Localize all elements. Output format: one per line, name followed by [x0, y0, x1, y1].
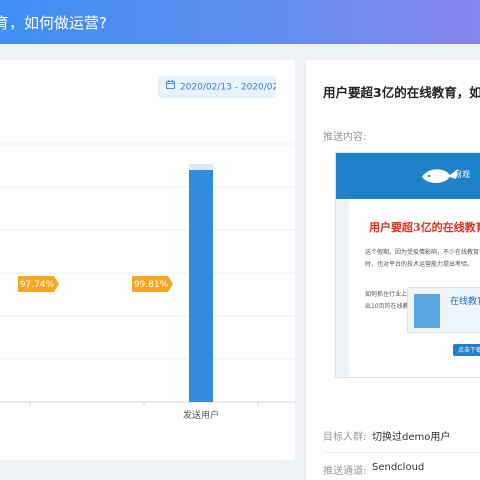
- bar-remainder: [189, 164, 213, 170]
- push-title: 用户要超3亿的在线教育，如何做运营?: [323, 85, 480, 100]
- x-tick-label: 发送用户: [183, 409, 219, 421]
- preview-banner: 在线教育: [407, 287, 480, 333]
- download-button[interactable]: 点击下载: [453, 344, 480, 356]
- preview-brand: 易观: [454, 170, 470, 179]
- download-button-label: 点击下载: [458, 347, 480, 354]
- push-channel-label: 推送通道:: [323, 466, 367, 477]
- preview-article: 用户要超3亿的在线教育，如何做运营 这个假期，因为受疫情影响，不少在线教育平台.…: [349, 199, 480, 377]
- divider: [323, 452, 480, 453]
- target-audience-label: 目标人群:: [323, 432, 367, 443]
- page-header: 育，如何做运营?: [0, 0, 480, 44]
- push-channel-value: Sendcloud: [372, 462, 425, 473]
- target-audience-value: 切换过demo用户: [372, 432, 451, 443]
- page-title: 育，如何做运营?: [0, 14, 107, 32]
- funnel-chart-card: 2020/02/13 - 2020/02/20 发送用户到达用户97.74%99…: [0, 60, 295, 460]
- preview-paragraph-1: 这个假期，因为受疫情影响，不少在线教育平台...同时，也对平台的技术运营能力提出…: [365, 249, 480, 268]
- conversion-rate-label: 97.74%: [20, 280, 55, 290]
- banner-text: 在线教育: [450, 297, 480, 307]
- banner-image: [414, 294, 440, 328]
- push-detail-card: 用户要超3亿的在线教育，如何做运营? 推送内容: 易观 用户要超3亿的在线教育，…: [306, 60, 480, 480]
- bar-sent-users: [189, 170, 213, 402]
- conversion-rate-label: 99.81%: [134, 280, 169, 290]
- preview-header: 易观: [336, 153, 480, 199]
- funnel-bar-chart: 发送用户到达用户97.74%99.81%: [0, 143, 295, 421]
- email-preview[interactable]: 易观 用户要超3亿的在线教育，如何做运营 这个假期，因为受疫情影响，不少在线教育…: [335, 152, 480, 378]
- preview-article-title: 用户要超3亿的在线教育，如何做运营: [369, 221, 480, 234]
- push-content-label: 推送内容:: [323, 132, 367, 143]
